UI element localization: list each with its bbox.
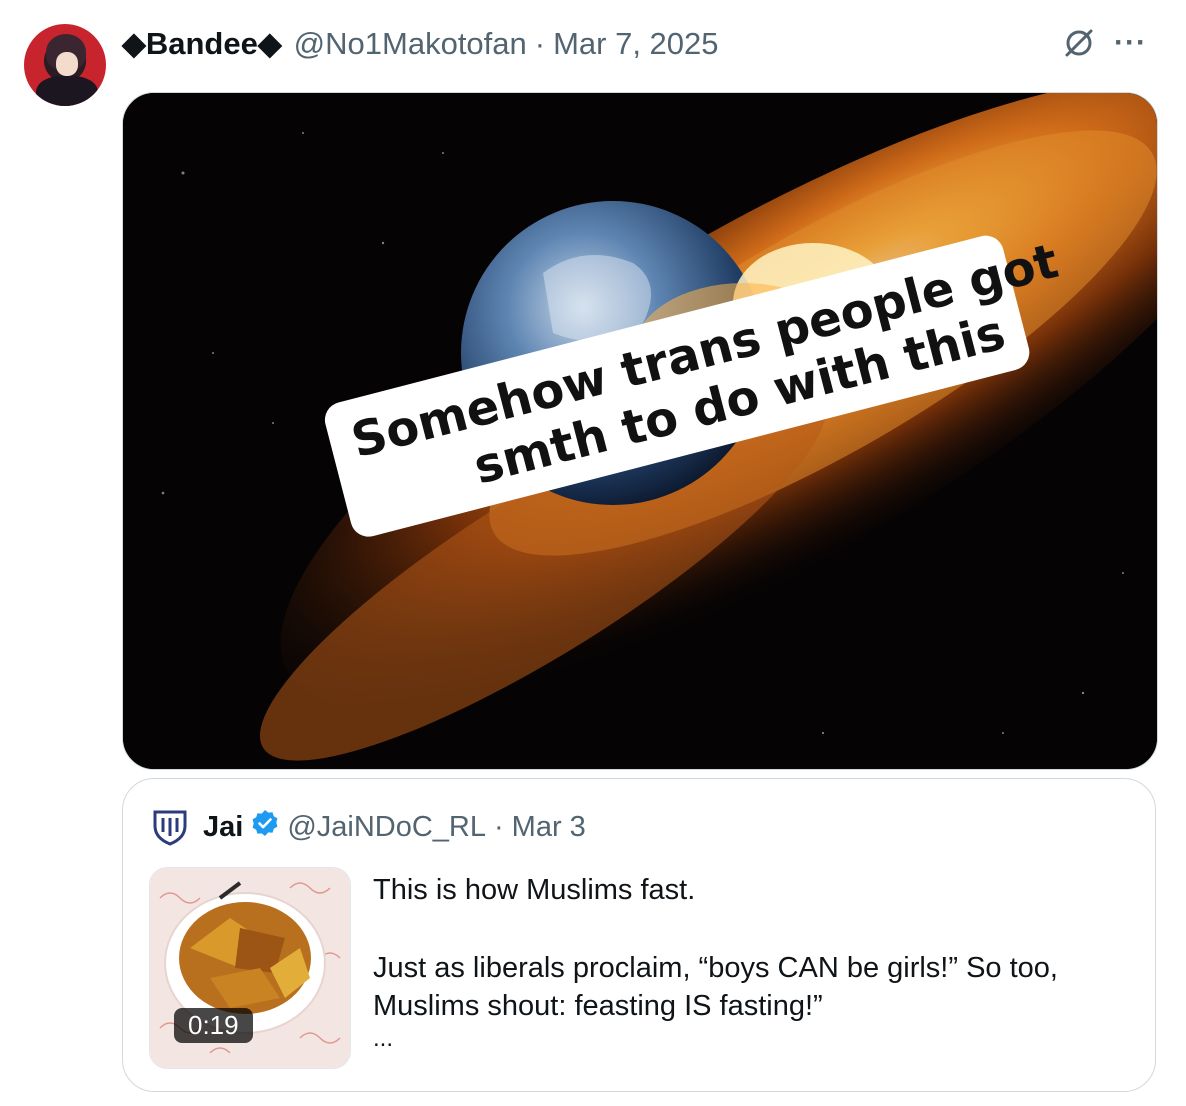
quoted-post-text: This is how Muslims fast. Just as libera…	[373, 871, 1133, 1051]
author-handle[interactable]: @No1Makotofan	[294, 26, 527, 62]
quoted-header-separator: ·	[494, 810, 504, 843]
post-header: ◆Bandee◆ @No1Makotofan · Mar 7, 2025	[122, 24, 719, 64]
post-actions-top: ···	[1062, 26, 1147, 60]
quoted-post-header: Jai @JaiNDoC_RL · Mar 3	[151, 807, 586, 847]
post-date[interactable]: Mar 7, 2025	[553, 26, 718, 62]
avatar-body	[36, 76, 98, 106]
text-truncation: ...	[373, 1025, 394, 1052]
more-options-icon[interactable]: ···	[1114, 28, 1147, 58]
quoted-post[interactable]: Jai @JaiNDoC_RL · Mar 3 0:19 This is how…	[122, 778, 1156, 1092]
quoted-author-avatar[interactable]	[151, 808, 189, 846]
post-image[interactable]: Somehow trans people got smth to do with…	[122, 92, 1158, 770]
quoted-post-date[interactable]: Mar 3	[512, 811, 586, 844]
author-avatar[interactable]	[24, 24, 106, 106]
avatar-face	[56, 52, 78, 76]
quoted-author-name[interactable]: Jai	[203, 811, 243, 844]
quoted-text-line-2: Just as liberals proclaim, “boys CAN be …	[373, 952, 1058, 1022]
video-thumbnail[interactable]: 0:19	[149, 867, 351, 1069]
quoted-text-line-1: This is how Muslims fast.	[373, 874, 696, 906]
author-name[interactable]: ◆Bandee◆	[122, 26, 282, 62]
quoted-author-handle[interactable]: @JaiNDoC_RL	[287, 811, 486, 844]
verified-badge-icon	[251, 809, 279, 845]
video-duration: 0:19	[174, 1008, 253, 1043]
header-separator: ·	[534, 26, 546, 61]
grok-icon[interactable]	[1062, 26, 1096, 60]
